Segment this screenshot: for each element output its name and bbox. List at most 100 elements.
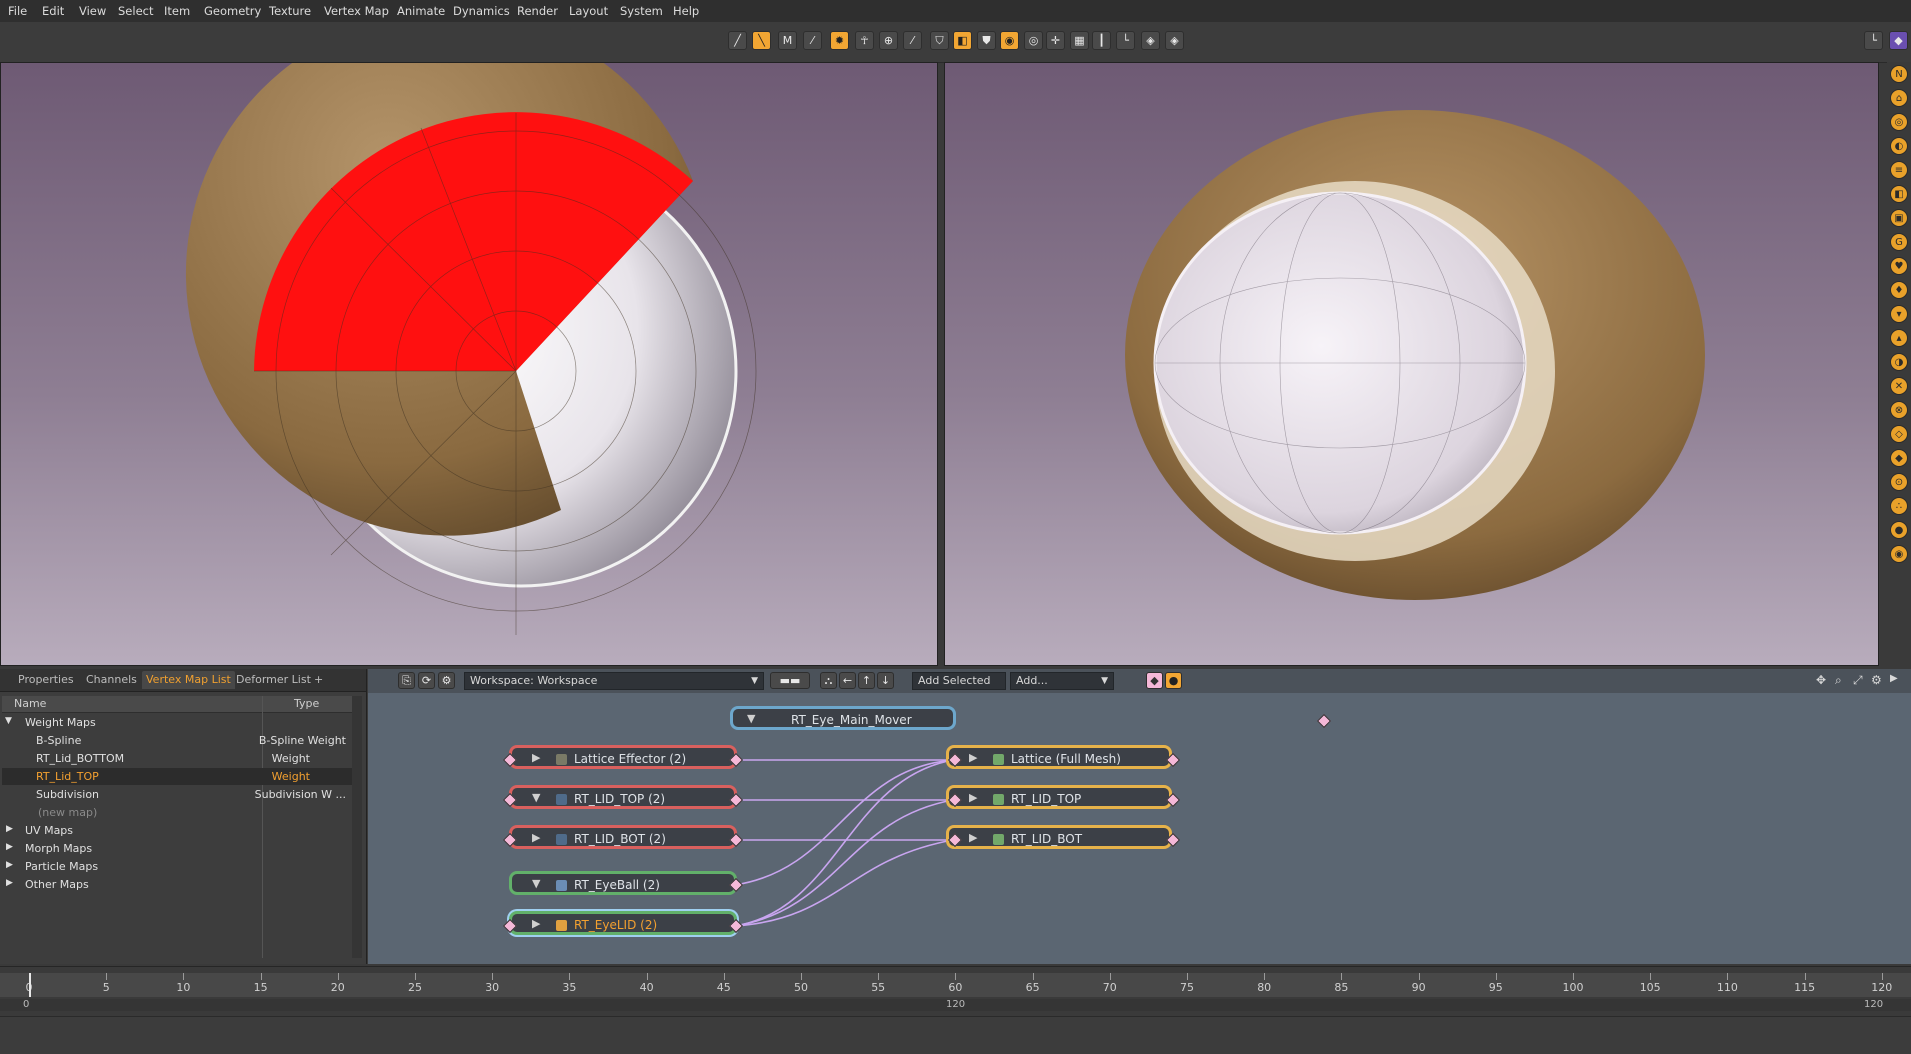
grid-icon[interactable]: ▦: [1070, 31, 1089, 50]
collapse-icon[interactable]: ▼: [532, 791, 540, 804]
tool-icon[interactable]: ⊙: [1890, 473, 1908, 491]
menu-help[interactable]: Help: [673, 4, 699, 18]
menu-item[interactable]: Item: [164, 4, 190, 18]
tool-icon[interactable]: ⊗: [1890, 401, 1908, 419]
expand-right-icon[interactable]: ▶: [6, 842, 13, 852]
node-eyeball[interactable]: ▼ RT_EyeBall (2): [509, 871, 737, 895]
range-bar[interactable]: 0 120 120: [0, 999, 1911, 1011]
tool-pipe-icon[interactable]: ⁄: [803, 31, 822, 50]
node-lattice-full-mesh[interactable]: ▶ Lattice (Full Mesh): [946, 745, 1172, 769]
split-icon[interactable]: ┃: [1092, 31, 1111, 50]
expand-right-icon[interactable]: ▶: [6, 860, 13, 870]
modeling-mode-icon[interactable]: M: [778, 31, 797, 50]
gear-sun-icon[interactable]: ✹: [830, 31, 849, 50]
playhead[interactable]: [29, 973, 31, 997]
list-item[interactable]: Subdivision Subdivision W ...: [2, 786, 352, 803]
viewport-right[interactable]: [944, 62, 1879, 666]
tab-properties[interactable]: Properties: [14, 673, 78, 686]
tool-icon[interactable]: ∴: [1890, 497, 1908, 515]
edit-icon[interactable]: ⁄: [903, 31, 922, 50]
menu-edit[interactable]: Edit: [42, 4, 64, 18]
tool-icon[interactable]: ♦: [1890, 281, 1908, 299]
list-item-selected[interactable]: RT_Lid_TOP Weight: [2, 768, 352, 785]
node-eyelid[interactable]: ▶ RT_EyeLID (2): [509, 911, 737, 935]
tab-deformer-list[interactable]: Deformer List: [232, 673, 315, 686]
viewport-left[interactable]: [0, 62, 938, 666]
tool-icon[interactable]: ◑: [1890, 353, 1908, 371]
corner-icon[interactable]: └: [1116, 31, 1135, 50]
expand-icon[interactable]: ▶: [969, 831, 977, 844]
menu-select[interactable]: Select: [118, 4, 153, 18]
menu-animate[interactable]: Animate: [397, 4, 445, 18]
snap-icon[interactable]: ◉: [1000, 31, 1019, 50]
cube-icon[interactable]: ◧: [953, 31, 972, 50]
tool-icon[interactable]: ◧: [1890, 185, 1908, 203]
tab-channels[interactable]: Channels: [82, 673, 141, 686]
new-map-item[interactable]: (new map): [2, 804, 352, 821]
tool-icon[interactable]: ▾: [1890, 305, 1908, 323]
curve-icon[interactable]: ╱: [728, 31, 747, 50]
menu-layout[interactable]: Layout: [569, 4, 608, 18]
expand-icon[interactable]: ▶: [532, 751, 540, 764]
tool-icon[interactable]: ◐: [1890, 137, 1908, 155]
globe-icon[interactable]: ◆: [1889, 31, 1908, 50]
list-item[interactable]: B-Spline B-Spline Weight: [2, 732, 352, 749]
add-tab-button[interactable]: +: [310, 673, 327, 686]
timeline[interactable]: 0 5 10 15 20 25 30 35 40 45 50 55 60 65 70 75 80 85 90 95 10…: [0, 966, 1911, 1017]
tool-icon[interactable]: ⌂: [1890, 89, 1908, 107]
node-main-mover[interactable]: ▼ RT_Eye_Main_Mover: [730, 706, 956, 730]
tool-icon[interactable]: G: [1890, 233, 1908, 251]
tool-icon[interactable]: ✕: [1890, 377, 1908, 395]
expand-right-icon[interactable]: ▶: [6, 878, 13, 888]
tool-icon[interactable]: ◎: [1890, 113, 1908, 131]
group-other-maps[interactable]: ▶ Other Maps: [2, 876, 352, 893]
menu-geometry[interactable]: Geometry: [204, 4, 261, 18]
node-lid-bot-control[interactable]: ▶ RT_LID_BOT (2): [509, 825, 737, 849]
render-box-icon[interactable]: ◈: [1141, 31, 1160, 50]
tool-icon[interactable]: ▴: [1890, 329, 1908, 347]
menu-file[interactable]: File: [8, 4, 27, 18]
shield-icon[interactable]: ⛉: [930, 31, 949, 50]
menu-system[interactable]: System: [620, 4, 663, 18]
collapse-icon[interactable]: ▼: [747, 712, 755, 725]
column-name[interactable]: Name: [14, 697, 46, 710]
expand-icon[interactable]: ▶: [969, 751, 977, 764]
menu-dynamics[interactable]: Dynamics: [453, 4, 510, 18]
shield-solid-icon[interactable]: ⛊: [977, 31, 996, 50]
tool-icon[interactable]: N: [1890, 65, 1908, 83]
tool-icon[interactable]: ◇: [1890, 425, 1908, 443]
node-lid-top[interactable]: ▶ RT_LID_TOP: [946, 785, 1172, 809]
menu-render[interactable]: Render: [517, 4, 558, 18]
menu-view[interactable]: View: [79, 4, 106, 18]
render-icon[interactable]: ◈: [1165, 31, 1184, 50]
group-weight-maps[interactable]: ▼ Weight Maps: [2, 714, 352, 731]
tab-vertex-map-list[interactable]: Vertex Map List: [142, 671, 235, 689]
column-type[interactable]: Type: [294, 697, 319, 710]
group-uv-maps[interactable]: ▶ UV Maps: [2, 822, 352, 839]
tool-icon[interactable]: ◆: [1890, 449, 1908, 467]
tool-icon[interactable]: ▣: [1890, 209, 1908, 227]
collapse-icon[interactable]: ▼: [532, 877, 540, 890]
expand-icon[interactable]: ▶: [532, 917, 540, 930]
node-lid-top-control[interactable]: ▼ RT_LID_TOP (2): [509, 785, 737, 809]
schematic-view[interactable]: ⎘ ⟳ ⚙ Workspace: Workspace ▼ ▬▬ ⛬ ← ↑ ↓ …: [368, 669, 1911, 964]
node-lid-bot[interactable]: ▶ RT_LID_BOT: [946, 825, 1172, 849]
target-ring-icon[interactable]: ◎: [1024, 31, 1043, 50]
menu-vertex-map[interactable]: Vertex Map: [324, 4, 389, 18]
crosshair-icon[interactable]: ✛: [1046, 31, 1065, 50]
group-particle-maps[interactable]: ▶ Particle Maps: [2, 858, 352, 875]
group-morph-maps[interactable]: ▶ Morph Maps: [2, 840, 352, 857]
tool-icon[interactable]: ≡: [1890, 161, 1908, 179]
expand-right-icon[interactable]: ▶: [6, 824, 13, 834]
tool-icon[interactable]: ♥: [1890, 257, 1908, 275]
expand-icon[interactable]: ▶: [969, 791, 977, 804]
tool-icon[interactable]: ●: [1890, 521, 1908, 539]
node-lattice-effector[interactable]: ▶ Lattice Effector (2): [509, 745, 737, 769]
layout-icon[interactable]: └: [1864, 31, 1883, 50]
list-item[interactable]: RT_Lid_BOTTOM Weight: [2, 750, 352, 767]
expand-down-icon[interactable]: ▼: [5, 716, 12, 726]
pen-icon[interactable]: ╲: [752, 31, 771, 50]
move-target-icon[interactable]: ⊕: [879, 31, 898, 50]
figure-icon[interactable]: ☥: [855, 31, 874, 50]
list-scrollbar[interactable]: [352, 696, 362, 958]
